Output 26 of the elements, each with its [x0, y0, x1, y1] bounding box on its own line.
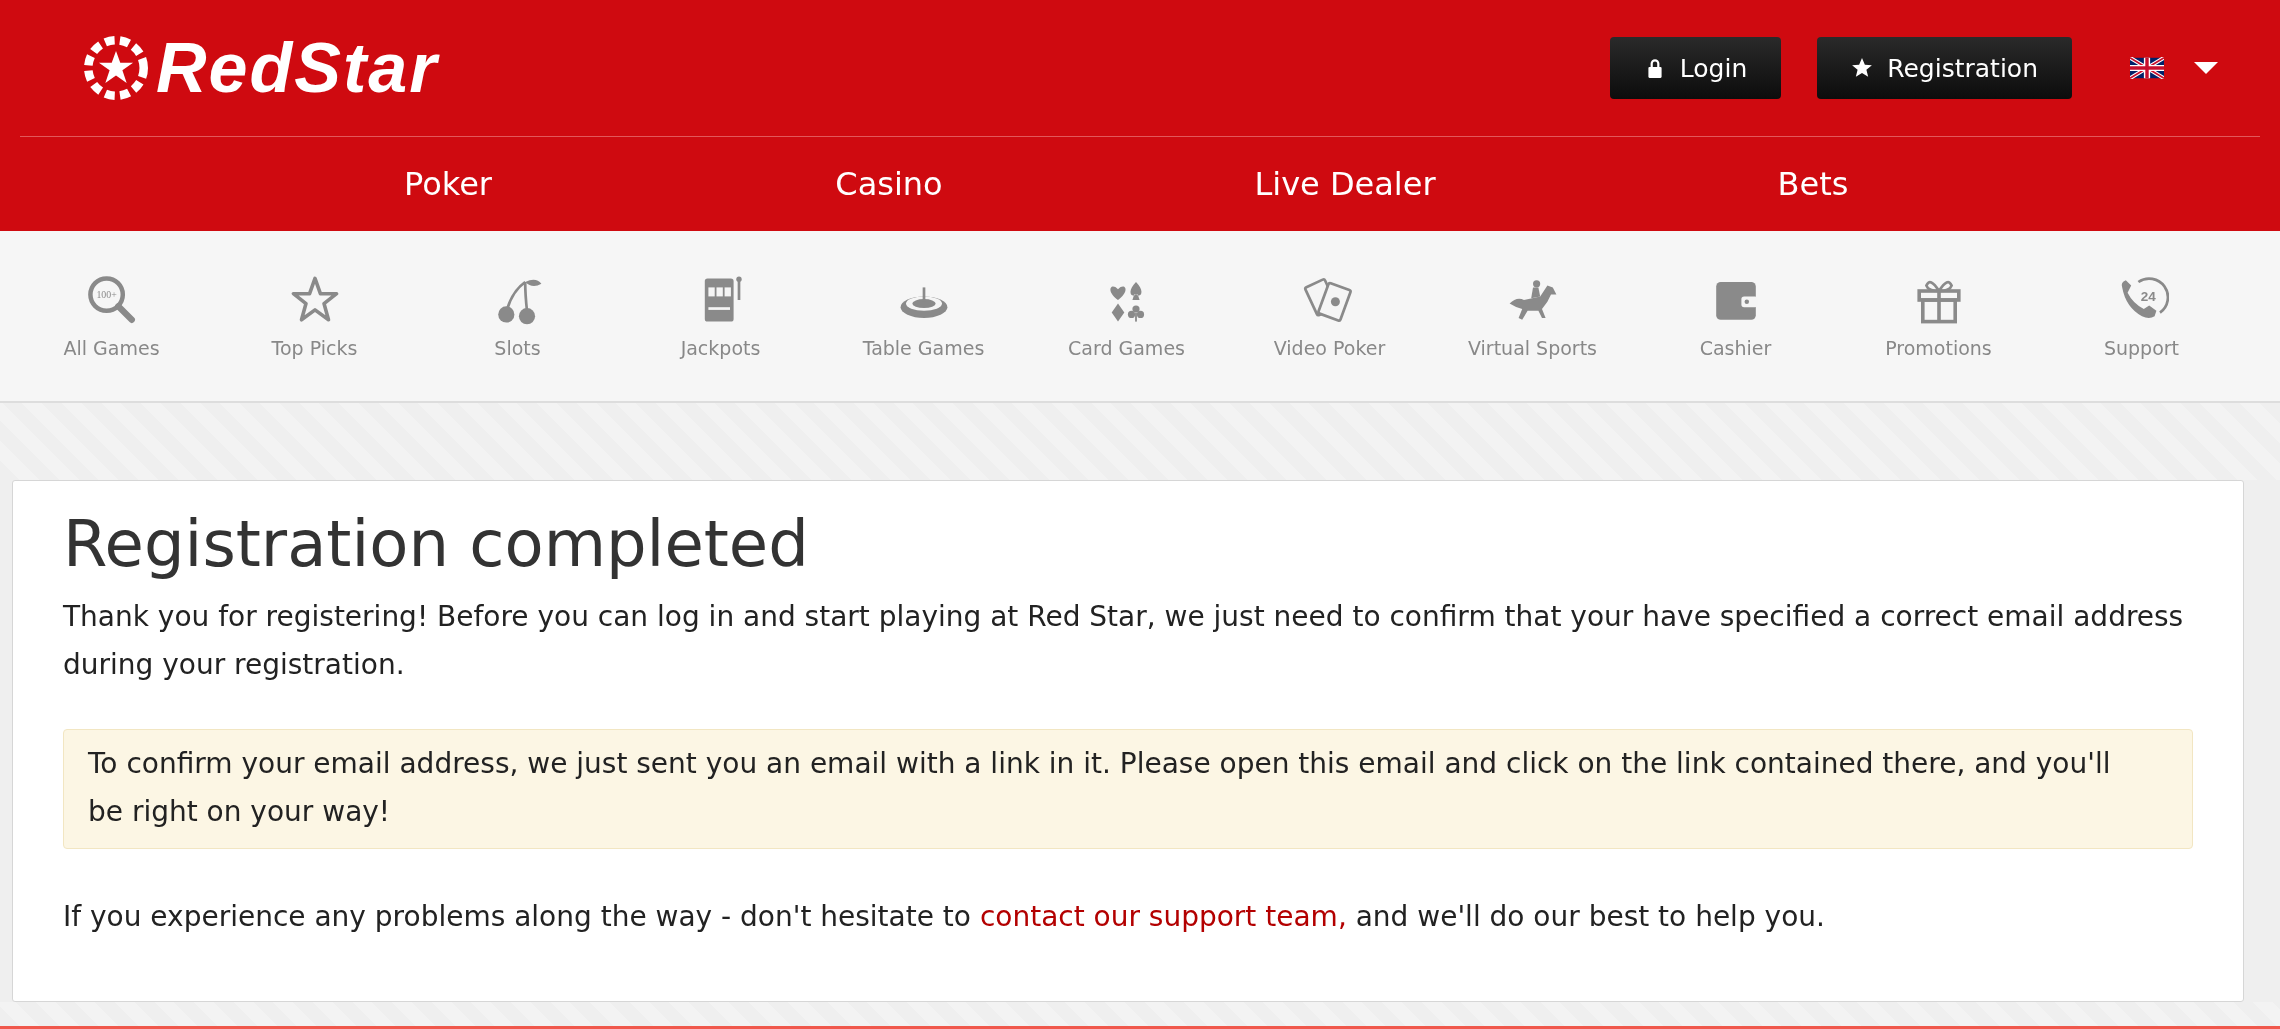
caret-icon[interactable]	[2194, 62, 2218, 74]
category-nav-item[interactable]: Table Games	[822, 273, 1025, 359]
star-icon	[1851, 57, 1874, 79]
main-nav-link[interactable]: Live Dealer	[1106, 165, 1584, 203]
intro-paragraph: Thank you for registering! Before you can log in and start playing at Red Star, we just need to confirm that your have specified a correct email address during your registration.	[63, 599, 2185, 683]
main-nav-link[interactable]: Casino	[672, 165, 1106, 203]
main-nav-link[interactable]: Bets	[1584, 165, 2042, 203]
notice-text: To confirm your email address, we just sent you an email with a link in it. Please open this email and click on the link contained there, and you'll be right on your way!	[88, 746, 2112, 830]
category-nav-item[interactable]: Top Picks	[213, 273, 416, 359]
logo-text[interactable]: RedStar	[156, 28, 439, 108]
category-nav-item[interactable]: 100+ All Games	[10, 273, 213, 359]
category-nav-item[interactable]: Card Games	[1025, 273, 1228, 359]
category-nav-item[interactable]: Promotions	[1837, 273, 2040, 359]
header-button[interactable]: Login	[1609, 37, 1782, 99]
category-nav-item[interactable]: Jackpots	[619, 273, 822, 359]
category-nav-item[interactable]: 24 Support	[2040, 273, 2243, 359]
category-nav-item[interactable]: Virtual Sports	[1431, 273, 1634, 359]
page-title: Registration completed	[63, 507, 810, 581]
flag-icon[interactable]	[2130, 57, 2164, 79]
header-button[interactable]: Registration	[1817, 37, 2072, 99]
support-link[interactable]: contact our support team,	[979, 900, 1347, 933]
category-nav-item[interactable]: Video Poker	[1228, 273, 1431, 359]
category-nav-item[interactable]: Slots	[416, 273, 619, 359]
category-nav-item[interactable]: Cashier	[1634, 273, 1837, 359]
main-nav-link[interactable]: Poker	[224, 165, 672, 203]
help-paragraph: If you experience any problems along the way - don't hesitate to contact our support team, and we'll do our best to help you.	[63, 899, 1826, 935]
